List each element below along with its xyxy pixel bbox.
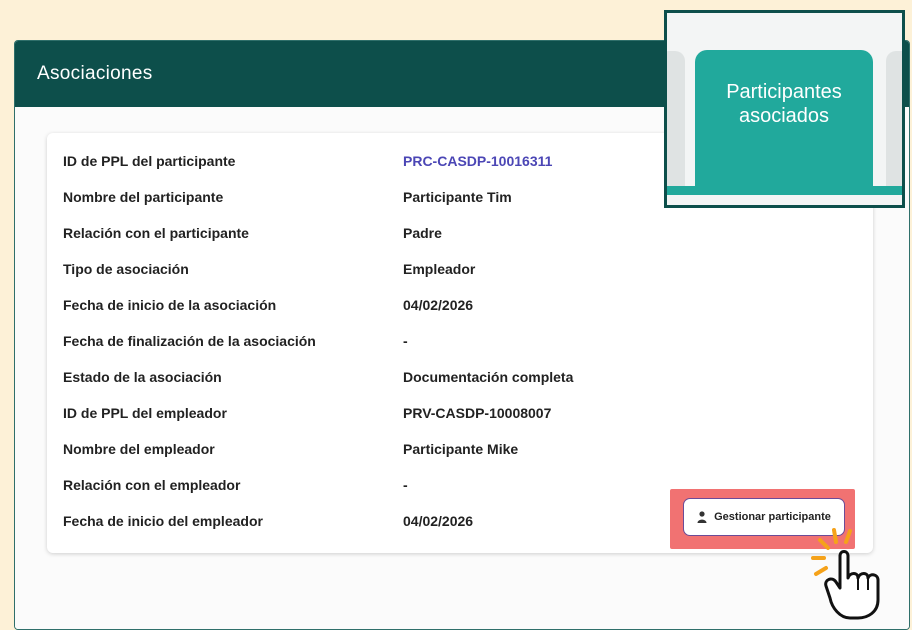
detail-label: Relación con el participante <box>63 225 249 241</box>
detail-label: Nombre del empleador <box>63 441 215 457</box>
pointer-hand-icon <box>811 528 880 620</box>
detail-label: Fecha de inicio del empleador <box>63 513 263 529</box>
detail-row: Fecha de inicio del empleador 04/02/2026 <box>63 503 623 539</box>
detail-label: ID de PPL del empleador <box>63 405 227 421</box>
tab-underline <box>667 186 902 195</box>
tab-associated-participants[interactable]: Participantes asociados <box>695 50 873 188</box>
user-icon <box>697 511 707 523</box>
zoom-callout: Participantes asociados <box>664 10 905 208</box>
detail-row: Fecha de finalización de la asociación - <box>63 323 623 359</box>
detail-row: Estado de la asociación Documentación co… <box>63 359 623 395</box>
tab-label-line2: asociados <box>738 105 830 127</box>
detail-label: Fecha de inicio de la asociación <box>63 297 277 313</box>
detail-value: Padre <box>403 225 442 241</box>
detail-label: Tipo de asociación <box>63 261 189 277</box>
tab-label: Participantes asociados <box>695 80 873 128</box>
details-list: ID de PPL del participante PRC-CASDP-100… <box>63 143 623 539</box>
callout-inner: Participantes asociados <box>667 13 902 205</box>
participant-ppl-id-link[interactable]: PRC-CASDP-10016311 <box>403 153 623 169</box>
detail-row: ID de PPL del empleador PRV-CASDP-100080… <box>63 395 623 431</box>
detail-label: Relación con el empleador <box>63 477 241 493</box>
detail-value: 04/02/2026 <box>403 513 474 529</box>
detail-value: - <box>403 333 408 349</box>
detail-value: PRV-CASDP-10008007 <box>403 405 552 421</box>
detail-value: 04/02/2026 <box>403 297 474 313</box>
detail-row: Fecha de inicio de la asociación 04/02/2… <box>63 287 623 323</box>
detail-label: Fecha de finalización de la asociación <box>63 333 316 349</box>
adjacent-tab-left <box>667 51 685 191</box>
detail-row: Relación con el participante Padre <box>63 215 623 251</box>
detail-value: - <box>403 477 408 493</box>
tab-label-line1: Participantes <box>726 81 842 103</box>
detail-row: ID de PPL del participante PRC-CASDP-100… <box>63 143 623 179</box>
card-title: Asociaciones <box>37 63 153 84</box>
detail-value: Empleador <box>403 261 476 277</box>
detail-row: Nombre del participante Participante Tim <box>63 179 623 215</box>
detail-row: Relación con el empleador - <box>63 467 623 503</box>
adjacent-tab-right <box>886 51 902 191</box>
detail-value: Participante Mike <box>403 441 519 457</box>
detail-value: Documentación completa <box>403 369 574 385</box>
detail-label: ID de PPL del participante <box>63 153 236 169</box>
detail-label: Estado de la asociación <box>63 369 222 385</box>
detail-label: Nombre del participante <box>63 189 224 205</box>
detail-row: Tipo de asociación Empleador <box>63 251 623 287</box>
detail-value: Participante Tim <box>403 189 512 205</box>
detail-row: Nombre del empleador Participante Mike <box>63 431 623 467</box>
